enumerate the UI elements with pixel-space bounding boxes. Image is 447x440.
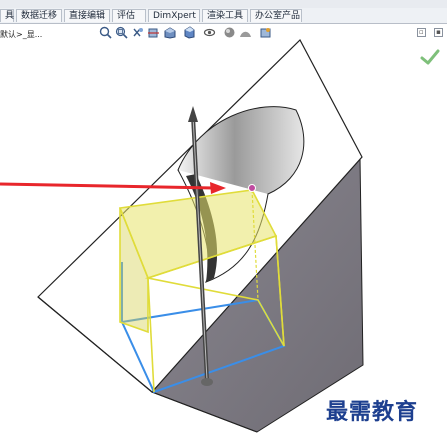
watermark-text: 最需教育 (326, 399, 419, 425)
drag-handle-point[interactable] (248, 184, 256, 192)
hide-show-icon[interactable] (203, 26, 216, 39)
zoom-area-icon[interactable] (115, 26, 128, 39)
tab-direct-editing[interactable]: 直接编辑 (64, 9, 110, 22)
display-style-icon[interactable] (183, 26, 196, 39)
apply-scene-icon[interactable] (239, 26, 252, 39)
section-view-icon[interactable] (147, 26, 160, 39)
restore-icon[interactable]: ▫ (416, 28, 426, 37)
view-settings-icon[interactable] (259, 26, 272, 39)
breadcrumb[interactable]: 默认>_显... (0, 29, 42, 40)
tab-evaluate[interactable]: 评估 (112, 9, 146, 22)
tab-tools[interactable]: 具 (0, 9, 14, 22)
tab-data-migration[interactable]: 数据迁移 (16, 9, 62, 22)
tile-icon[interactable]: ▪ (434, 28, 443, 37)
tab-office-products[interactable]: 办公室产品 (250, 9, 302, 22)
view-orientation-icon[interactable] (163, 26, 176, 39)
previous-view-icon[interactable] (131, 26, 144, 39)
edit-appearance-icon[interactable] (223, 26, 236, 39)
graphics-viewport[interactable] (0, 0, 447, 440)
command-manager-tabs: 具 数据迁移 直接编辑 评估 DimXpert 渲染工具 办公室产品 ▫ ▪ (0, 8, 447, 37)
tab-dimxpert[interactable]: DimXpert (148, 9, 200, 22)
tab-render-tools[interactable]: 渲染工具 (202, 9, 248, 22)
zoom-to-fit-icon[interactable] (99, 26, 112, 39)
window-controls: ▫ ▪ (414, 19, 443, 37)
green-check-icon[interactable] (419, 47, 441, 67)
